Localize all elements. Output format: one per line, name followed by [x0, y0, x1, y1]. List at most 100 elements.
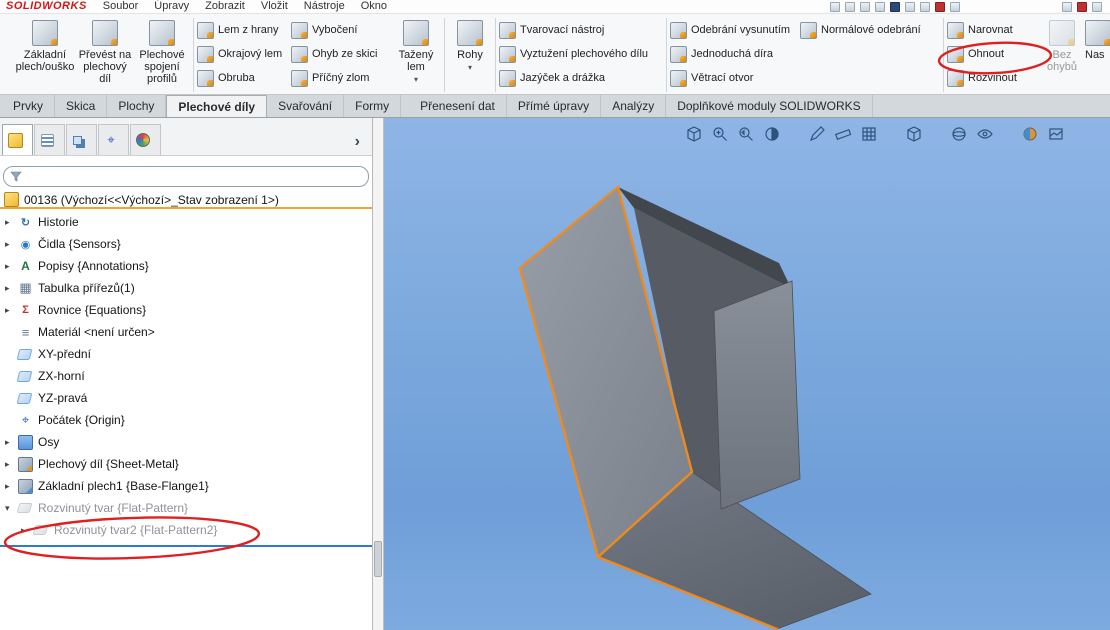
- viewport[interactable]: [384, 118, 1110, 630]
- expand-arrow-icon[interactable]: [5, 239, 18, 250]
- toolbar-icon-red[interactable]: [1077, 2, 1087, 12]
- menu-okno[interactable]: Okno: [361, 0, 387, 12]
- extruded-cut-button[interactable]: Odebrání vysunutím: [670, 20, 800, 40]
- tab-configurationmanager[interactable]: [66, 124, 97, 155]
- fold-column: Narovnat Ohnout Rozvinout: [947, 16, 1039, 88]
- toolbar-icon[interactable]: [1062, 2, 1072, 12]
- convert-to-sheet-metal-button[interactable]: Převést na plechový díl: [76, 16, 134, 92]
- panel-expand-chevron-icon[interactable]: [355, 133, 370, 155]
- toolbar-icon[interactable]: [860, 2, 870, 12]
- dropdown-caret-icon[interactable]: ▾: [414, 76, 418, 84]
- toolbar-icon[interactable]: [845, 2, 855, 12]
- tree-item-pocatek[interactable]: Počátek {Origin}: [0, 409, 372, 431]
- tree-item-material[interactable]: Materiál <není určen>: [0, 321, 372, 343]
- forming-tool-button[interactable]: Tvarovací nástroj: [499, 20, 663, 40]
- tree-filter-box[interactable]: [3, 166, 369, 187]
- tree-scrollbar[interactable]: [373, 118, 384, 630]
- fold-button[interactable]: Ohnout: [947, 44, 1039, 64]
- sheet-metal-part-model[interactable]: [384, 118, 1110, 630]
- tree-filter-input[interactable]: [27, 169, 362, 184]
- tree-item-zx-horni[interactable]: ZX-horní: [0, 365, 372, 387]
- expand-arrow-icon[interactable]: [5, 481, 18, 492]
- tab-dimxpertmanager[interactable]: [98, 124, 129, 155]
- expand-arrow-icon[interactable]: [5, 437, 18, 448]
- flatten-button[interactable]: Rozvinout: [947, 68, 1039, 88]
- tab-featuremanager-tree[interactable]: [2, 124, 33, 155]
- hem-button[interactable]: Obruba: [197, 68, 291, 88]
- toolbar-icon-active[interactable]: [890, 2, 900, 12]
- tree-item-cidla[interactable]: Čidla {Sensors}: [0, 233, 372, 255]
- tab-propertymanager[interactable]: [34, 124, 65, 155]
- tree-item-plechovy-dil[interactable]: Plechový díl {Sheet-Metal}: [0, 453, 372, 475]
- tree-item-zakladni-plech1[interactable]: Základní plech1 {Base-Flange1}: [0, 475, 372, 497]
- tree-item-popisy[interactable]: Popisy {Annotations}: [0, 255, 372, 277]
- tree-item-xy-predni[interactable]: XY-přední: [0, 343, 372, 365]
- simple-hole-label: Jednoduchá díra: [691, 48, 773, 60]
- tab-preneseni-dat[interactable]: Přenesení dat: [409, 95, 507, 117]
- swept-flange-button[interactable]: Tažený lem ▾: [391, 16, 441, 92]
- tree-item-label: YZ-pravá: [38, 391, 88, 405]
- edge-flange-button[interactable]: Lem z hrany: [197, 20, 291, 40]
- tree-item-rozvinuty-tvar[interactable]: Rozvinutý tvar {Flat-Pattern}: [0, 497, 372, 519]
- menu-soubor[interactable]: Soubor: [103, 0, 138, 12]
- part-icon: [7, 132, 23, 148]
- part-right-panel-face[interactable]: [713, 280, 801, 510]
- toolbar-icon[interactable]: [1092, 2, 1102, 12]
- swept-flange-label: Tažený lem: [398, 49, 434, 73]
- sketched-bend-button[interactable]: Ohyb ze skici: [291, 44, 391, 64]
- menu-nastroje[interactable]: Nástroje: [304, 0, 345, 12]
- clipped-button-icon: [1085, 20, 1110, 46]
- expand-arrow-icon[interactable]: [5, 305, 18, 316]
- no-bends-button[interactable]: Bez ohybů: [1039, 16, 1085, 92]
- tree-item-rovnice[interactable]: Rovnice {Equations}: [0, 299, 372, 321]
- tree-item-tabulka-prirezu[interactable]: Tabulka přířezů(1): [0, 277, 372, 299]
- tab-formy[interactable]: Formy: [344, 95, 402, 117]
- tree-item-historie[interactable]: Historie: [0, 211, 372, 233]
- tree-root-item[interactable]: 00136 (Výchozí<<Výchozí>_Stav zobrazení …: [0, 192, 372, 209]
- tab-and-slot-button[interactable]: Jazýček a drážka: [499, 68, 663, 88]
- scrollbar-thumb[interactable]: [374, 541, 382, 577]
- simple-hole-button[interactable]: Jednoduchá díra: [670, 44, 800, 64]
- tree-item-osy[interactable]: Osy: [0, 431, 372, 453]
- tree-item-label: Tabulka přířezů(1): [38, 281, 135, 295]
- toolbar-icon[interactable]: [950, 2, 960, 12]
- tab-analyzy[interactable]: Analýzy: [601, 95, 667, 117]
- toolbar-icon[interactable]: [920, 2, 930, 12]
- tab-prvky[interactable]: Prvky: [2, 95, 55, 117]
- toolbar-icon[interactable]: [905, 2, 915, 12]
- menu-upravy[interactable]: Úpravy: [154, 0, 189, 12]
- toolbar-icon[interactable]: [830, 2, 840, 12]
- base-flange-button[interactable]: Základní plech/ouško: [14, 16, 76, 92]
- tab-svarovani[interactable]: Svařování: [267, 95, 345, 117]
- tab-plochy[interactable]: Plochy: [107, 95, 167, 117]
- jog-button[interactable]: Vybočení: [291, 20, 391, 40]
- cross-break-button[interactable]: Příčný zlom: [291, 68, 391, 88]
- menu-zobrazit[interactable]: Zobrazit: [205, 0, 245, 12]
- tab-displaymanager[interactable]: [130, 124, 161, 155]
- expand-arrow-icon[interactable]: [5, 283, 18, 294]
- expand-arrow-icon[interactable]: [5, 459, 18, 470]
- tab-plechove-dily[interactable]: Plechové díly: [166, 95, 268, 117]
- dropdown-caret-icon[interactable]: ▾: [468, 64, 472, 72]
- menu-vlozit[interactable]: Vložit: [261, 0, 288, 12]
- toolbar-icon-red[interactable]: [935, 2, 945, 12]
- gusset-icon: [499, 45, 516, 63]
- corners-button[interactable]: Rohy ▾: [448, 16, 492, 92]
- no-bends-label: Bez ohybů: [1047, 49, 1077, 73]
- vent-button[interactable]: Větrací otvor: [670, 68, 800, 88]
- toolbar-icon[interactable]: [875, 2, 885, 12]
- normal-cut-button[interactable]: Normálové odebrání: [800, 20, 940, 40]
- unfold-button[interactable]: Narovnat: [947, 20, 1039, 40]
- lofted-bend-button[interactable]: Plechové spojení profilů: [134, 16, 190, 92]
- tab-skica[interactable]: Skica: [55, 95, 108, 117]
- tree-item-yz-prava[interactable]: YZ-pravá: [0, 387, 372, 409]
- miter-flange-button[interactable]: Okrajový lem: [197, 44, 291, 64]
- expand-arrow-icon[interactable]: [5, 217, 18, 228]
- expand-arrow-icon[interactable]: [5, 261, 18, 272]
- tab-doplnkove-moduly[interactable]: Doplňkové moduly SOLIDWORKS: [666, 95, 873, 117]
- clipped-button[interactable]: Nas: [1085, 16, 1110, 92]
- tree-item-rozvinuty-tvar2[interactable]: Rozvinutý tvar2 {Flat-Pattern2}: [0, 519, 372, 541]
- tab-prime-upravy[interactable]: Přímé úpravy: [507, 95, 602, 117]
- flatten-label: Rozvinout: [968, 72, 1017, 84]
- gusset-button[interactable]: Vyztužení plechového dílu: [499, 44, 663, 64]
